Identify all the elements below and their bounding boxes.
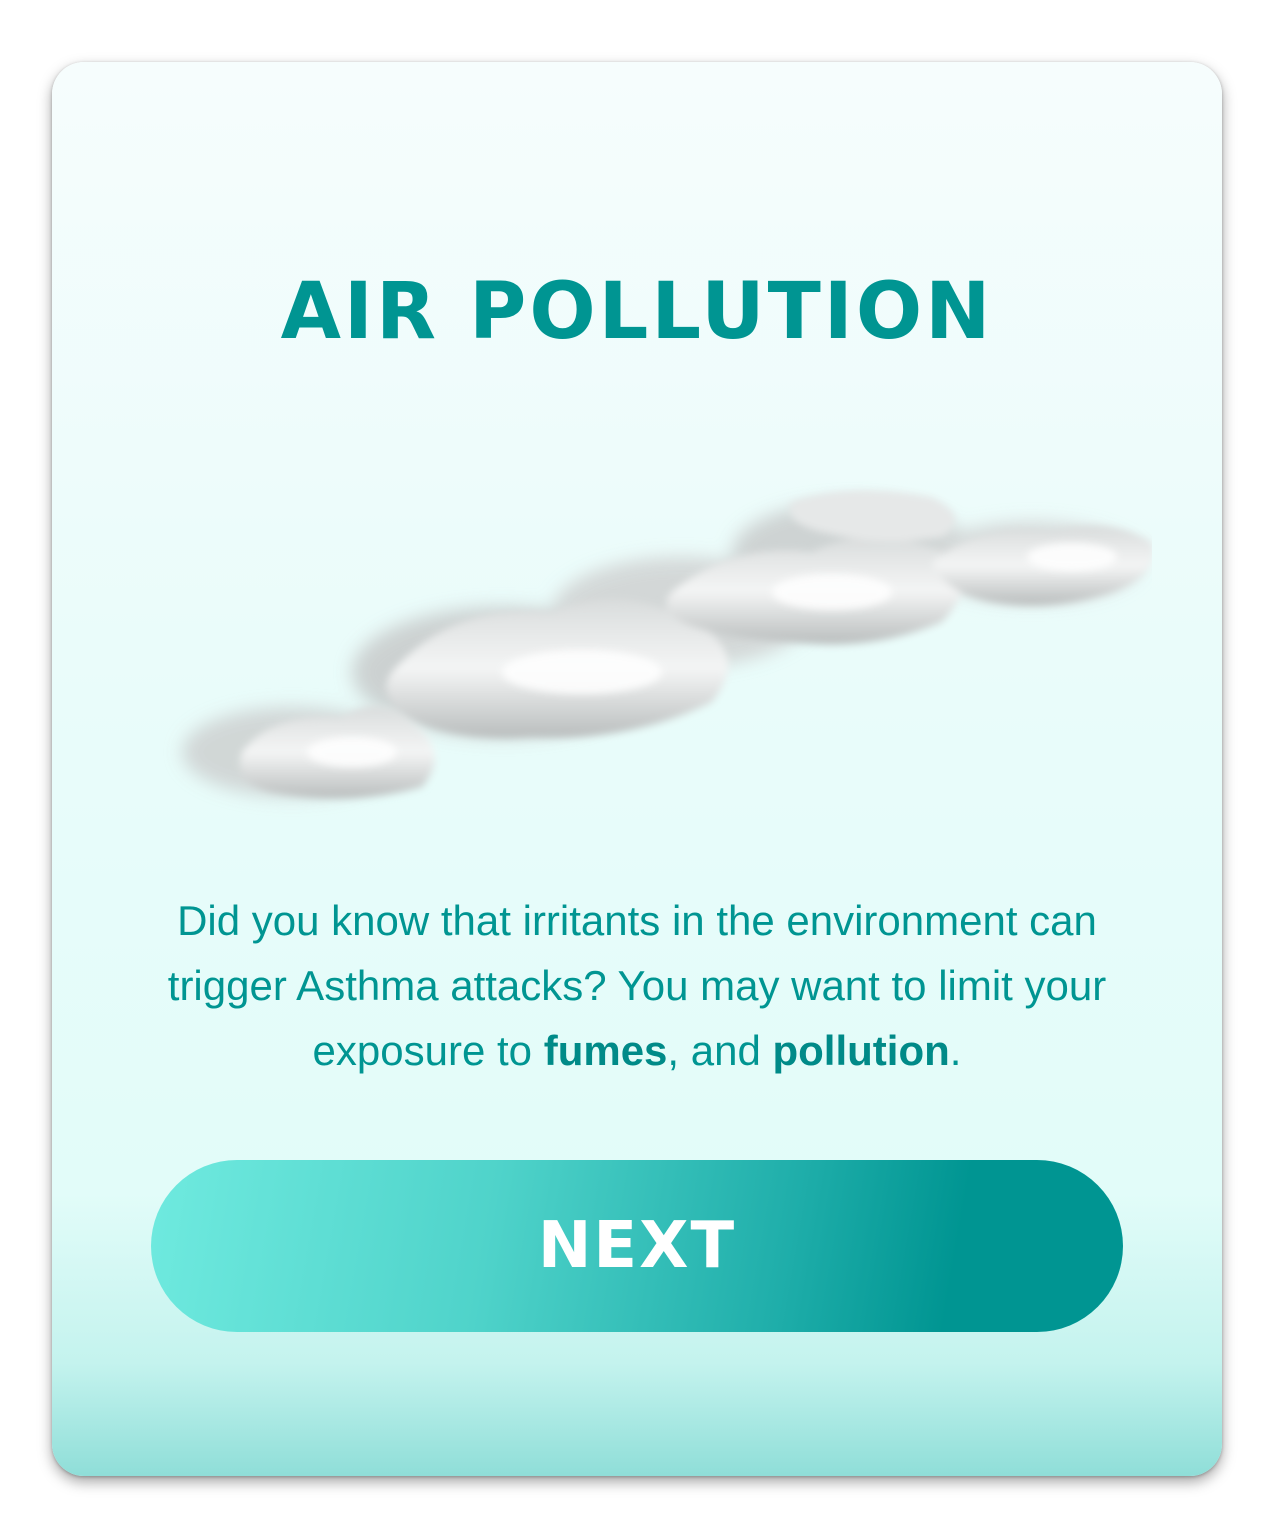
message-text-end: . [949,1027,962,1074]
message-emphasis-pollution: pollution [772,1027,950,1074]
smoke-cloud-illustration [182,490,1152,799]
card-message: Did you know that irritants in the envir… [152,888,1122,1083]
card-title: AIR POLLUTION [280,267,994,357]
info-card: AIR POLLUTION Did you know that irritant… [52,62,1222,1476]
next-button[interactable]: NEXT [151,1160,1123,1332]
message-emphasis-fumes: fumes [543,1027,668,1074]
message-text-connector: , and [667,1027,773,1074]
next-button-label: NEXT [537,1209,737,1283]
